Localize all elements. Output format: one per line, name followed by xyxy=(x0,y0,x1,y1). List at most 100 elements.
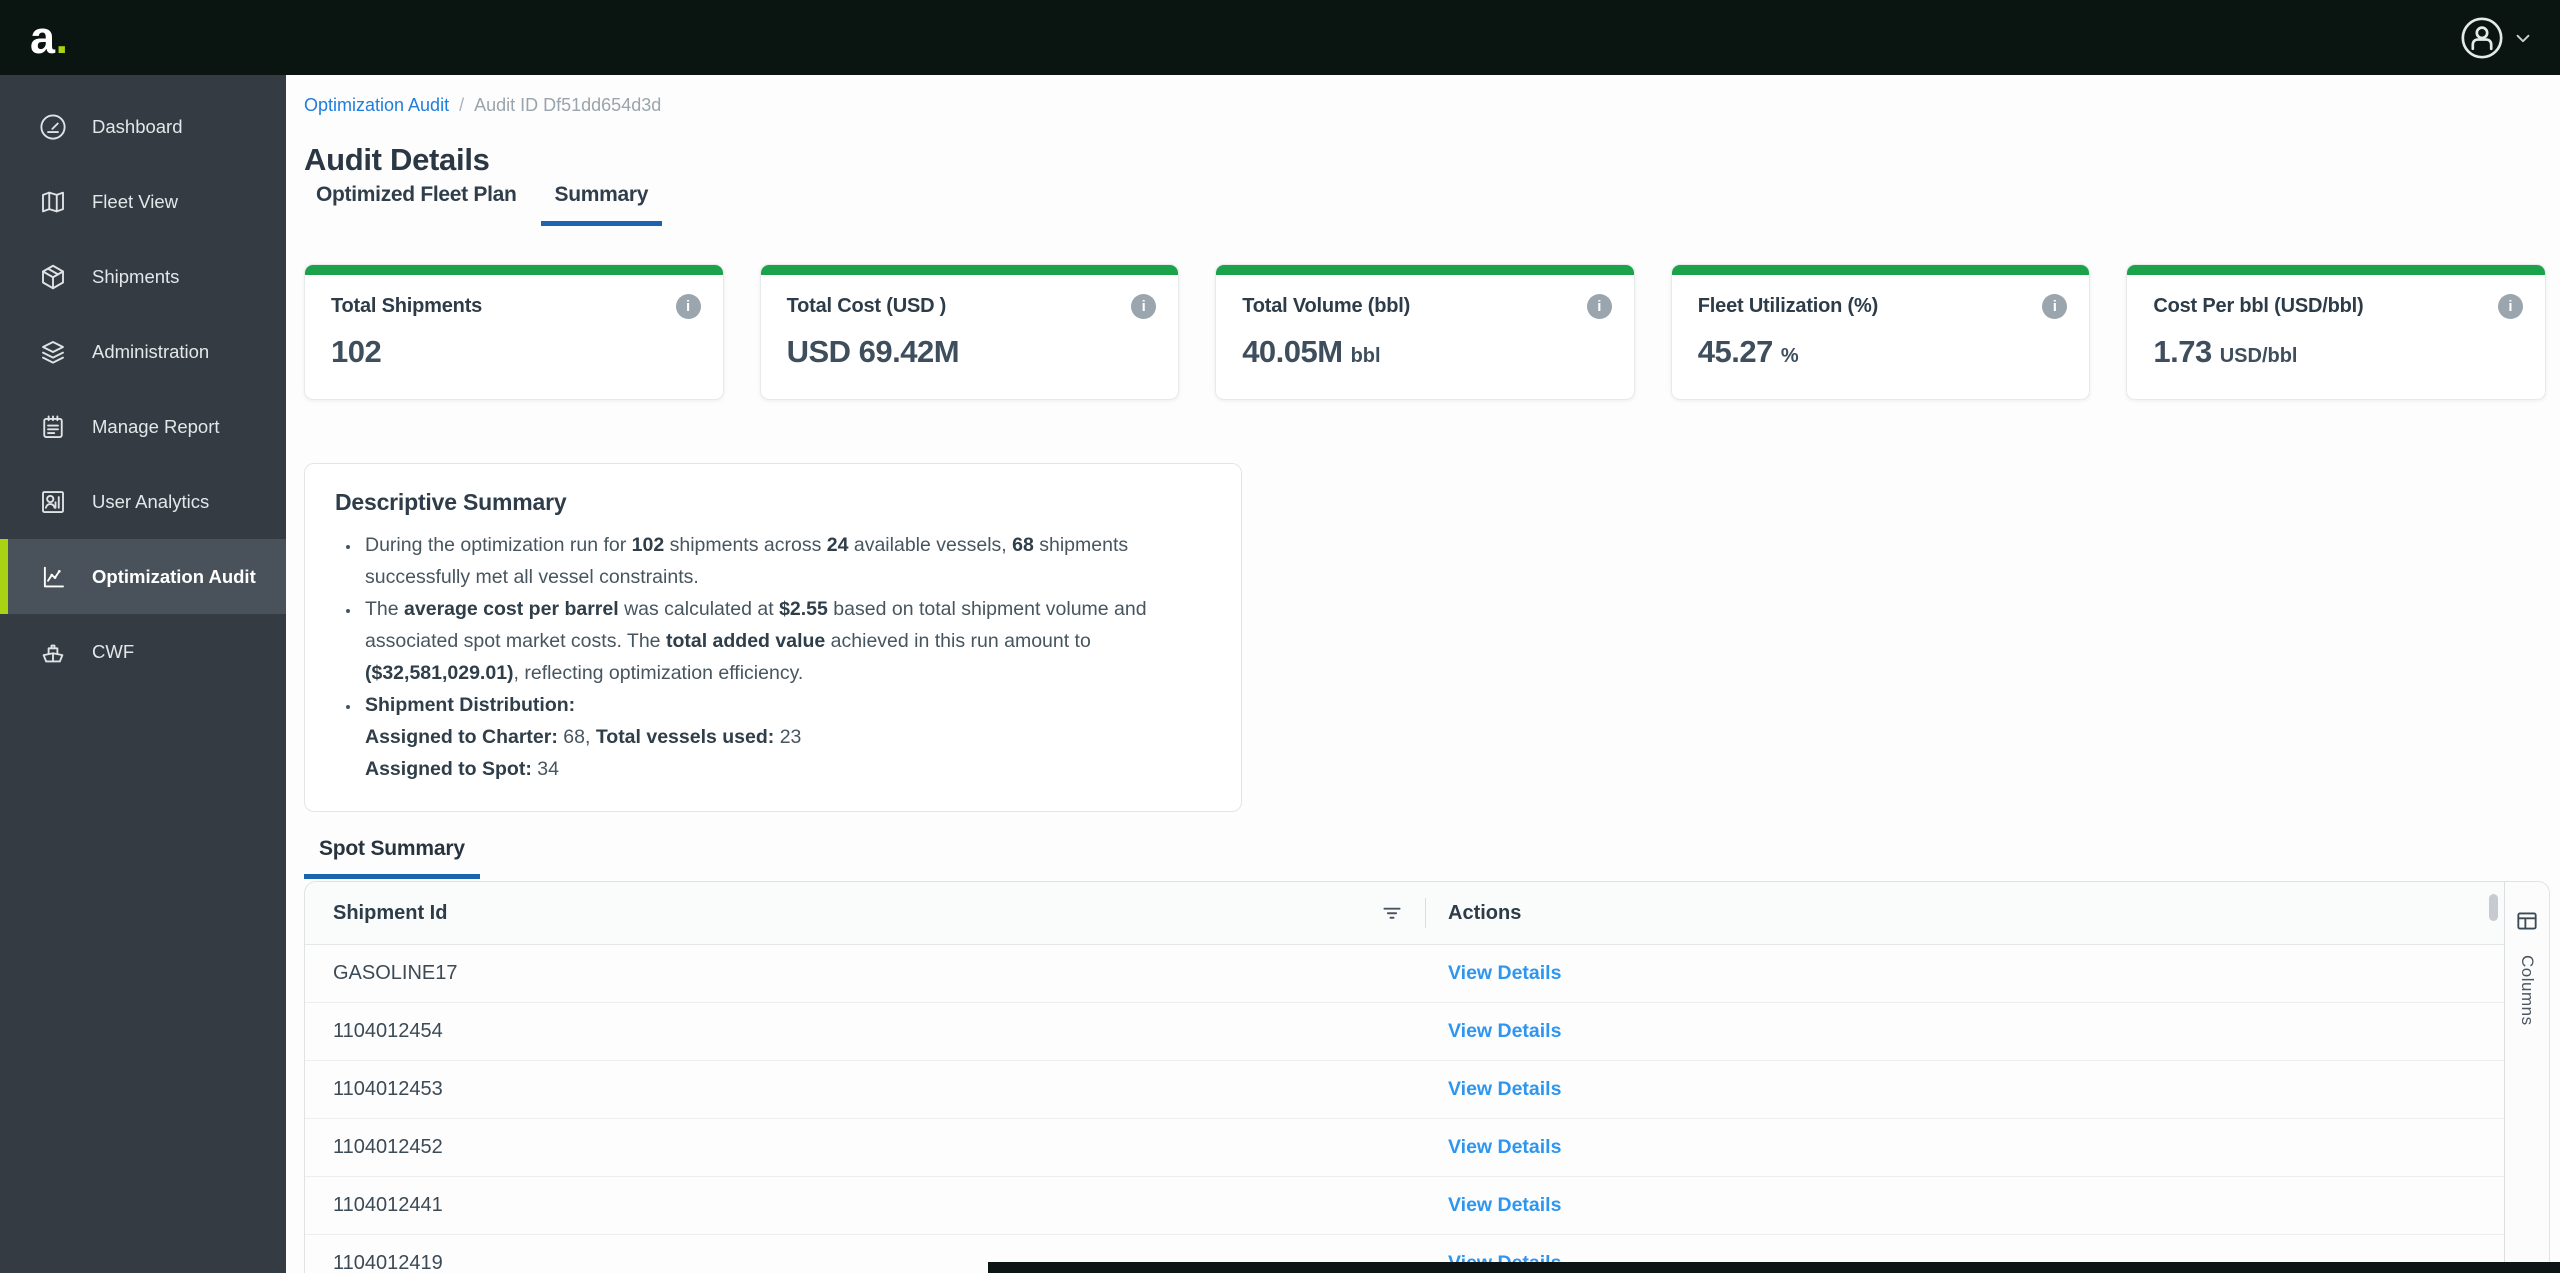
kpi-label: Cost Per bbl (USD/bbl) xyxy=(2153,295,2364,317)
summary-bullet: During the optimization run for 102 ship… xyxy=(361,529,1211,593)
shipment-id-cell: 1104012453 xyxy=(333,1078,443,1100)
breadcrumb: Optimization Audit / Audit ID Df51dd654d… xyxy=(304,95,661,116)
chevron-down-icon[interactable] xyxy=(2512,27,2534,49)
sidebar-item-user-analytics[interactable]: User Analytics xyxy=(0,464,286,539)
gauge-icon xyxy=(38,112,68,142)
breadcrumb-current: Audit ID Df51dd654d3d xyxy=(474,95,662,115)
breadcrumb-link-optimization-audit[interactable]: Optimization Audit xyxy=(304,95,449,116)
package-icon xyxy=(38,262,68,292)
detail-tabs: Optimized Fleet Plan Summary xyxy=(302,183,663,226)
vertical-scrollbar-thumb[interactable] xyxy=(2489,894,2498,921)
card-accent-bar xyxy=(1671,265,2090,275)
user-menu[interactable] xyxy=(2459,15,2534,61)
main-content: Optimization Audit / Audit ID Df51dd654d… xyxy=(286,75,2560,1273)
table-row: 1104012441 View Details xyxy=(305,1177,2504,1235)
kpi-cards-row: Total Shipments i 102 Total Cost (USD ) i USD… xyxy=(304,264,2546,400)
sidebar-item-label: User Analytics xyxy=(92,490,210,512)
filter-icon[interactable] xyxy=(1379,900,1405,926)
breadcrumb-separator: / xyxy=(459,95,465,115)
sidebar-item-label: Shipments xyxy=(92,265,180,287)
sidebar-item-dashboard[interactable]: Dashboard xyxy=(0,89,286,164)
actions-cell: View Details xyxy=(1426,962,2504,985)
ship-icon xyxy=(38,637,68,667)
sidebar-item-label: CWF xyxy=(92,640,135,662)
sidebar-item-manage-report[interactable]: Manage Report xyxy=(0,389,286,464)
report-icon xyxy=(38,412,68,442)
sidebar-item-label: Optimization Audit xyxy=(92,565,256,587)
shipment-id-cell: 1104012454 xyxy=(333,1020,443,1042)
user-avatar-icon[interactable] xyxy=(2459,15,2505,61)
card-accent-bar xyxy=(305,265,723,275)
shipment-id-header-label: Shipment Id xyxy=(333,901,448,924)
tab-spot-summary[interactable]: Spot Summary xyxy=(304,837,480,879)
kpi-label: Total Cost (USD ) xyxy=(786,295,947,317)
kpi-value: 45.27% xyxy=(1697,334,1799,369)
info-icon[interactable]: i xyxy=(2042,294,2068,319)
sidebar-item-cwf[interactable]: CWF xyxy=(0,614,286,689)
kpi-card-total-cost-usd: Total Cost (USD ) i USD 69.42M xyxy=(759,264,1180,400)
table-header-row: Shipment Id Actions xyxy=(305,882,2504,945)
view-details-link[interactable]: View Details xyxy=(1448,962,1561,984)
layers-icon xyxy=(38,337,68,367)
sidebar-item-label: Manage Report xyxy=(92,415,220,437)
sidebar-item-label: Fleet View xyxy=(92,190,179,212)
view-details-link[interactable]: View Details xyxy=(1448,1078,1561,1100)
sidebar-item-shipments[interactable]: Shipments xyxy=(0,239,286,314)
kpi-value: 1.73 USD/bbl xyxy=(2153,334,2298,369)
kpi-unit: bbl xyxy=(1350,345,1381,367)
map-icon xyxy=(38,187,68,217)
chart-line-icon xyxy=(38,562,68,592)
logo-letter: a xyxy=(30,12,56,63)
kpi-card-total-volume-bbl: Total Volume (bbl) i 40.05M bbl xyxy=(1215,264,1635,400)
app-logo[interactable]: a. xyxy=(30,15,69,60)
kpi-label: Total Shipments xyxy=(331,295,483,317)
info-icon[interactable]: i xyxy=(1586,294,1612,319)
actions-cell: View Details xyxy=(1426,1078,2504,1101)
bottom-dark-strip xyxy=(988,1262,2560,1273)
spot-summary-grid: Shipment Id Actions GASOLINE17 View Detai… xyxy=(304,881,2550,1273)
kpi-label: Fleet Utilization (%) xyxy=(1697,295,1879,317)
table-row: 1104012454 View Details xyxy=(305,1003,2504,1061)
tab-optimized-fleet-plan[interactable]: Optimized Fleet Plan xyxy=(302,183,531,226)
descriptive-summary-title: Descriptive Summary xyxy=(335,489,567,515)
view-details-link[interactable]: View Details xyxy=(1448,1020,1561,1042)
card-accent-bar xyxy=(760,265,1179,275)
columns-panel-label: Columns xyxy=(2518,955,2537,1026)
logo-dot: . xyxy=(55,12,69,63)
descriptive-summary-list: During the optimization run for 102 ship… xyxy=(335,529,1211,785)
sidebar-item-optimization-audit[interactable]: Optimization Audit xyxy=(0,539,286,614)
summary-bullet: Shipment Distribution:Assigned to Charte… xyxy=(361,689,1211,785)
view-details-link[interactable]: View Details xyxy=(1448,1194,1561,1216)
view-details-link[interactable]: View Details xyxy=(1448,1136,1561,1158)
kpi-unit: % xyxy=(1780,345,1799,367)
column-header-actions: Actions xyxy=(1448,901,1522,924)
tab-summary[interactable]: Summary xyxy=(540,183,663,226)
kpi-value: 40.05M bbl xyxy=(1242,334,1381,369)
columns-side-panel-toggle[interactable]: Columns xyxy=(2504,882,2549,1273)
info-icon[interactable]: i xyxy=(2497,294,2523,319)
table-row: 1104012452 View Details xyxy=(305,1119,2504,1177)
user-analytics-icon xyxy=(38,487,68,517)
sidebar-item-administration[interactable]: Administration xyxy=(0,314,286,389)
actions-cell: View Details xyxy=(1426,1194,2504,1217)
table-row: GASOLINE17 View Details xyxy=(305,945,2504,1003)
shipment-id-cell: GASOLINE17 xyxy=(333,962,458,984)
kpi-card-fleet-utilization: Fleet Utilization (%) i 45.27% xyxy=(1670,264,2091,400)
sidebar-item-fleet-view[interactable]: Fleet View xyxy=(0,164,286,239)
card-accent-bar xyxy=(2127,265,2545,275)
info-icon[interactable]: i xyxy=(1131,294,1157,319)
summary-bullet: The average cost per barrel was calculat… xyxy=(361,593,1211,689)
page-title: Audit Details xyxy=(304,141,490,177)
kpi-unit: USD/bbl xyxy=(2219,345,2298,367)
columns-icon xyxy=(2514,908,2540,939)
spot-summary-table: Shipment Id Actions GASOLINE17 View Detai… xyxy=(305,882,2504,1273)
descriptive-summary-panel: Descriptive Summary During the optimizat… xyxy=(304,463,1242,812)
actions-cell: View Details xyxy=(1426,1136,2504,1159)
sidebar-item-label: Dashboard xyxy=(92,115,183,137)
info-icon[interactable]: i xyxy=(675,294,701,319)
kpi-label: Total Volume (bbl) xyxy=(1242,295,1411,317)
shipment-id-cell: 1104012441 xyxy=(333,1194,443,1216)
card-accent-bar xyxy=(1216,265,1634,275)
table-row: 1104012453 View Details xyxy=(305,1061,2504,1119)
sidebar-item-label: Administration xyxy=(92,340,210,362)
